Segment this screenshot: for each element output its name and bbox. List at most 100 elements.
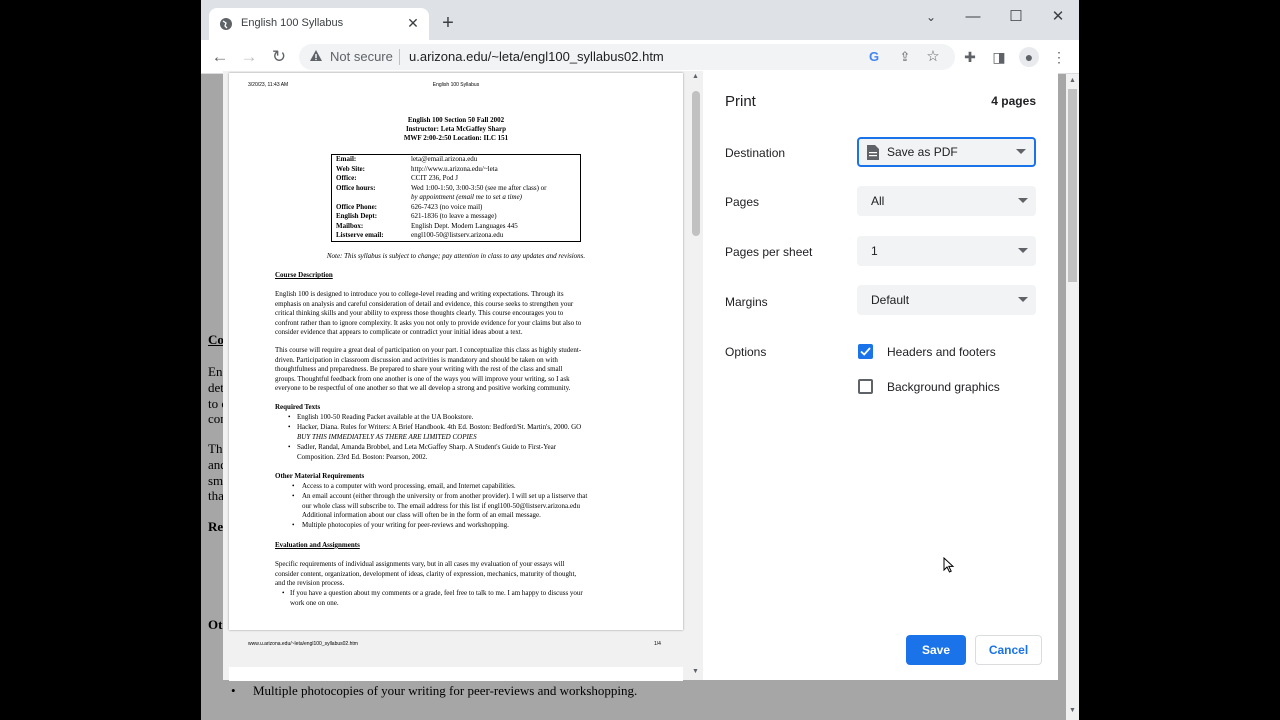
other-item: Additional information about our class w…: [302, 511, 541, 519]
bullet: •: [292, 521, 295, 529]
contact-value: 626-7423 (no voice mail): [411, 202, 483, 211]
margins-select[interactable]: Default: [857, 285, 1036, 315]
other-item: Access to a computer with word processin…: [302, 482, 516, 490]
course-desc-line: confront rather than to ignore complexit…: [275, 318, 582, 327]
page-scrollbar[interactable]: ▲ ▼: [1066, 74, 1079, 720]
headers-footers-label[interactable]: Headers and footers: [887, 345, 996, 359]
bullet: •: [288, 423, 291, 431]
scroll-down-arrow-icon[interactable]: ▼: [1069, 707, 1076, 714]
browser-toolbar: ← → ↻ Not secure u.arizona.edu/~leta/eng…: [201, 40, 1079, 74]
menu-kebab-icon[interactable]: ⋮: [1049, 47, 1069, 67]
contact-value: by appointment (email me to set a time): [411, 193, 523, 201]
scroll-up-arrow-icon[interactable]: ▲: [692, 73, 699, 80]
course-desc-line: thoughtfulness and preparedness. Be prep…: [275, 365, 563, 373]
new-tab-button[interactable]: +: [437, 12, 459, 34]
destination-select[interactable]: Save as PDF: [857, 137, 1036, 167]
destination-value: Save as PDF: [887, 145, 958, 159]
course-desc-line: English 100 is designed to introduce you…: [275, 290, 564, 298]
course-desc-line: driven. Participation in classroom discu…: [275, 355, 558, 364]
cancel-button[interactable]: Cancel: [975, 635, 1042, 665]
profile-avatar-icon[interactable]: ●: [1019, 47, 1039, 67]
other-item: Multiple photocopies of your writing for…: [302, 521, 509, 529]
preview-page-1: 3/20/23, 11:43 AM English 100 Syllabus E…: [229, 73, 683, 647]
margins-value: Default: [871, 293, 910, 307]
contact-label: Office:: [336, 174, 357, 182]
save-button[interactable]: Save: [906, 635, 966, 665]
required-item: Sadler, Randal, Amanda Brobbel, and Leta…: [297, 443, 557, 451]
pages-select[interactable]: All: [857, 186, 1036, 216]
page-scroll-thumb[interactable]: [1068, 89, 1077, 282]
eval-item: work one on one.: [290, 598, 339, 607]
bookmark-star-icon[interactable]: ☆: [923, 47, 943, 67]
chevron-down-icon: [1018, 297, 1028, 302]
course-desc-line: everyone to be respectful of one another…: [275, 384, 571, 392]
course-desc-line: emphasis on analysis and careful conside…: [275, 299, 574, 308]
course-desc-line: consider evidence that appears to compli…: [275, 328, 523, 336]
course-desc-line: critical thinking skills and your abilit…: [275, 309, 564, 317]
eval-line: consider content, organization, developm…: [275, 569, 577, 578]
contact-value: English Dept. Modern Languages 445: [411, 221, 518, 230]
share-icon[interactable]: ⇪: [895, 47, 915, 67]
contact-label: Listserve email:: [336, 231, 384, 239]
contact-value: Wed 1:00-1:50, 3:00-3:50 (see me after c…: [411, 183, 547, 192]
required-item: English 100-50 Reading Packet available …: [297, 413, 474, 421]
other-heading: Other Material Requirements: [275, 472, 365, 480]
eval-item: If you have a question about my comments…: [290, 589, 583, 597]
pages-value: All: [871, 194, 885, 208]
contact-label: Office hours:: [336, 183, 376, 192]
preview-footer-page: 1/4: [654, 641, 661, 647]
browser-window: English 100 Syllabus ✕ + ⌄ — ☐ ✕ ← → ↻ N…: [201, 0, 1079, 720]
maximize-button[interactable]: ☐: [996, 4, 1036, 30]
headers-footers-checkbox[interactable]: [858, 344, 873, 359]
pages-per-sheet-label: Pages per sheet: [725, 245, 813, 259]
required-item: Hacker, Diana. Rules for Writers: A Brie…: [297, 423, 582, 431]
contact-value: http://www.u.arizona.edu/~leta: [411, 164, 498, 173]
back-button[interactable]: ←: [209, 47, 231, 69]
other-item: An email account (either through the uni…: [302, 492, 588, 500]
tab-english-syllabus[interactable]: English 100 Syllabus ✕: [209, 8, 429, 40]
pages-per-sheet-select[interactable]: 1: [857, 236, 1036, 266]
google-icon[interactable]: G: [864, 47, 884, 67]
contact-value: CCIT 236, Pod J: [411, 174, 458, 182]
extensions-icon[interactable]: ✚: [960, 47, 980, 67]
preview-page-2: [229, 667, 683, 681]
forward-button[interactable]: →: [238, 47, 260, 69]
eval-line: Specific requirements of individual assi…: [275, 560, 565, 568]
course-desc-heading: Course Description: [275, 271, 333, 279]
chevron-down-icon: [1018, 198, 1028, 203]
pdf-file-icon: [867, 145, 879, 160]
globe-icon: [220, 18, 232, 30]
contact-value: engl100-50@listserv.arizona.edu: [411, 231, 504, 239]
tab-title: English 100 Syllabus: [241, 17, 344, 29]
print-preview-pane: 3/20/23, 11:43 AM English 100 Syllabus E…: [223, 71, 704, 681]
tab-search-icon[interactable]: ⌄: [911, 4, 951, 30]
chevron-down-icon: [1018, 248, 1028, 253]
close-window-button[interactable]: ✕: [1038, 4, 1078, 30]
preview-header-title: English 100 Syllabus: [432, 82, 480, 88]
minimize-button[interactable]: —: [953, 4, 993, 30]
print-title: Print: [725, 93, 756, 110]
margins-label: Margins: [725, 295, 768, 309]
print-settings-panel: Print 4 pages Destination Save as PDF Pa…: [703, 71, 1058, 680]
destination-label: Destination: [725, 146, 786, 160]
background-graphics-label[interactable]: Background graphics: [887, 380, 1000, 394]
course-desc-line: groups. Thoughtful feedback from one ano…: [275, 374, 570, 383]
reload-button[interactable]: ↻: [268, 47, 290, 69]
scroll-up-arrow-icon[interactable]: ▲: [1069, 77, 1076, 84]
close-tab-icon[interactable]: ✕: [403, 13, 423, 33]
side-panel-icon[interactable]: ◨: [989, 47, 1009, 67]
preview-scrollbar[interactable]: ▲ ▼: [688, 71, 704, 680]
preview-scroll-thumb[interactable]: [692, 91, 700, 236]
print-preview-overlay: 3/20/23, 11:43 AM English 100 Syllabus E…: [201, 71, 1079, 720]
checkmark-icon: [860, 347, 871, 356]
warning-icon: [310, 50, 322, 61]
address-bar[interactable]: Not secure u.arizona.edu/~leta/engl100_s…: [299, 44, 955, 70]
required-item: Composition. 23rd Ed. Boston: Pearson, 2…: [297, 452, 428, 461]
tab-strip: English 100 Syllabus ✕ + ⌄ — ☐ ✕: [201, 0, 1079, 40]
background-graphics-checkbox[interactable]: [858, 379, 873, 394]
scroll-down-arrow-icon[interactable]: ▼: [692, 668, 699, 675]
pages-per-sheet-value: 1: [871, 244, 878, 258]
address-divider: [399, 49, 400, 65]
eval-heading: Evaluation and Assignments: [275, 541, 360, 549]
contact-value: 621-1836 (to leave a message): [411, 212, 497, 220]
